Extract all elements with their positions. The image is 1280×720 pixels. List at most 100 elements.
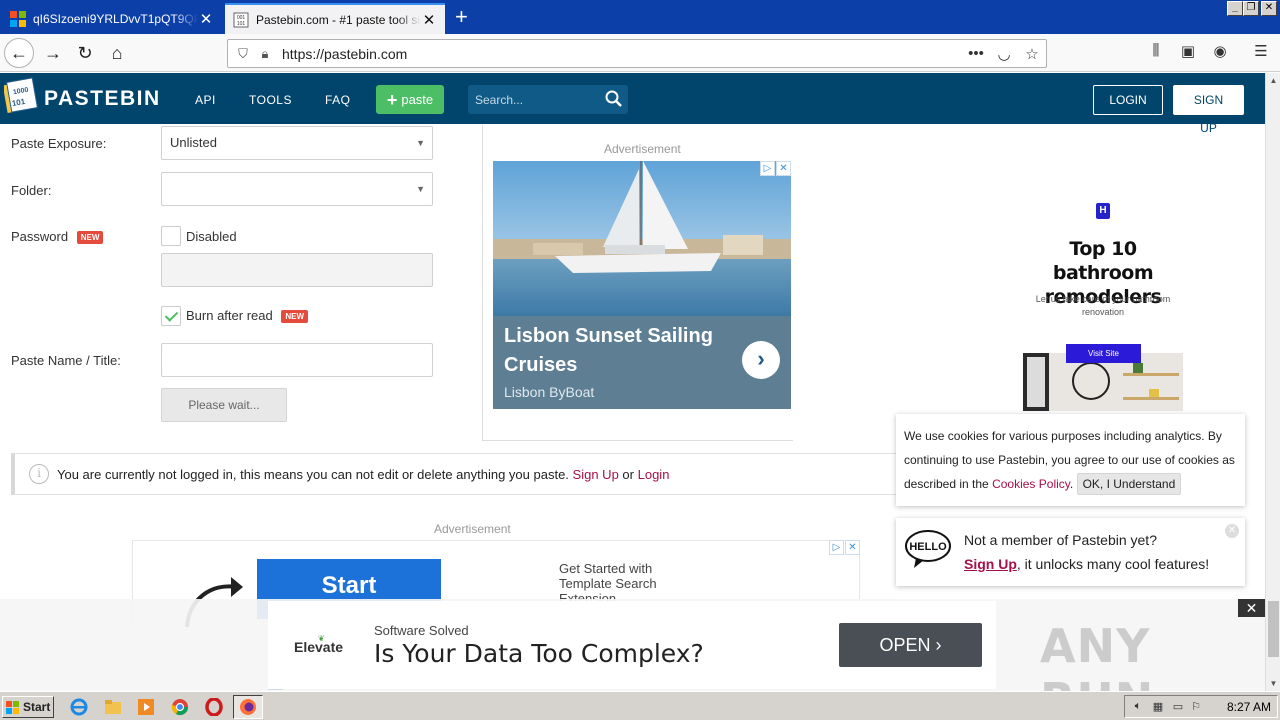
ad-brand-logo: H — [1096, 203, 1110, 219]
restore-icon[interactable]: ❐ — [1243, 1, 1259, 16]
burn-after-read-label: Burn after read NEW — [186, 308, 309, 323]
notice-login-link[interactable]: Login — [638, 467, 670, 482]
elevate-kicker: Software Solved — [374, 623, 469, 638]
chevron-right-icon[interactable]: › — [742, 341, 780, 379]
page-actions-icon[interactable]: ••• — [962, 45, 990, 62]
network-icon[interactable]: ▦ — [1151, 700, 1165, 714]
volume-icon[interactable]: 🔈︎ — [1131, 700, 1145, 714]
nav-api[interactable]: API — [195, 93, 216, 107]
scroll-down-icon[interactable]: ▼ — [1266, 676, 1280, 691]
browser-tab-bar: qI6SIzoeni9YRLDvvT1pQT9QFbhp ✕ 001 101 P… — [0, 0, 1280, 34]
url-text[interactable]: https://pastebin.com — [282, 46, 962, 62]
lisbon-ad[interactable]: Lisbon Sunset Sailing Cruises Lisbon ByB… — [493, 161, 791, 409]
address-bar[interactable]: ⛉ 🔒︎ https://pastebin.com ••• ◡ ☆ — [227, 39, 1047, 68]
shield-icon[interactable]: ⛉ — [232, 46, 254, 62]
flag-icon[interactable]: ⚐ — [1189, 700, 1203, 714]
system-tray: 🔈︎ ▦ ▭ ⚐ 8:27 AM — [1124, 695, 1278, 718]
menu-icon[interactable]: ☰ — [1250, 42, 1272, 64]
burn-after-read-checkbox[interactable] — [161, 306, 181, 326]
cookie-text: We use cookies for various purposes incl… — [904, 429, 1235, 491]
account-icon[interactable]: ◉ — [1209, 42, 1231, 64]
pastebin-favicon-icon: 001 101 — [233, 12, 249, 27]
pastebin-header: 1000 101 PASTEBIN API TOOLS FAQ + paste … — [0, 73, 1265, 135]
login-button[interactable]: LOGIN — [1093, 85, 1163, 115]
lisbon-ad-info: Lisbon Sunset Sailing Cruises Lisbon ByB… — [493, 316, 791, 409]
file-explorer-icon[interactable] — [104, 698, 122, 716]
vertical-scrollbar[interactable]: ▲ ▼ — [1265, 73, 1280, 691]
visit-site-button[interactable]: Visit Site — [1066, 344, 1141, 363]
firefox-task-button[interactable] — [233, 695, 263, 719]
exposure-value: Unlisted — [170, 135, 217, 150]
logo-text[interactable]: PASTEBIN — [44, 87, 161, 111]
pastebin-logo-icon[interactable]: 1000 101 — [4, 77, 38, 115]
nav-tools[interactable]: TOOLS — [249, 93, 292, 107]
elevate-ad[interactable]: ❦ Elevate Software Solved Is Your Data T… — [268, 601, 996, 689]
search-input[interactable] — [468, 85, 598, 114]
password-checkbox[interactable] — [161, 226, 181, 246]
new-paste-button[interactable]: + paste — [376, 85, 444, 114]
window-close-icon[interactable]: ✕ — [1261, 1, 1277, 16]
nav-faq[interactable]: FAQ — [325, 93, 351, 107]
submit-button[interactable]: Please wait... — [161, 388, 287, 422]
chevron-down-icon: ▼ — [416, 184, 425, 194]
forward-icon[interactable]: → — [38, 38, 68, 68]
password-input[interactable] — [161, 253, 433, 287]
cookie-text-block: We use cookies for various purposes incl… — [904, 424, 1239, 496]
adchoices-icon[interactable]: ▷ — [829, 540, 844, 555]
notice-signup-link[interactable]: Sign Up — [573, 467, 619, 482]
close-icon[interactable]: ✕ — [1225, 524, 1239, 538]
adchoices-icon[interactable]: ▷ — [760, 161, 775, 176]
close-tab-icon[interactable]: ✕ — [198, 10, 214, 28]
member-cta: Sign Up, it unlocks many cool features! — [964, 556, 1209, 572]
exposure-select[interactable]: Unlisted ▼ — [161, 126, 433, 160]
cookies-policy-link[interactable]: Cookies Policy — [992, 477, 1070, 491]
firefox-icon — [240, 699, 256, 715]
clock[interactable]: 8:27 AM — [1227, 700, 1271, 714]
reload-icon[interactable]: ↻ — [70, 38, 100, 68]
ad-close-icon[interactable]: ✕ — [845, 540, 860, 555]
tab-inactive[interactable]: qI6SIzoeni9YRLDvvT1pQT9QFbhp ✕ — [2, 3, 222, 34]
sidebar-icon[interactable]: ▣ — [1177, 42, 1199, 64]
sailboat-image — [493, 161, 791, 316]
close-tab-icon[interactable]: ✕ — [421, 11, 437, 29]
title-label: Paste Name / Title: — [11, 353, 121, 368]
windows-icon — [10, 10, 26, 27]
lock-icon[interactable]: 🔒︎ — [254, 46, 276, 62]
cookie-banner: We use cookies for various purposes incl… — [896, 414, 1245, 506]
scroll-thumb[interactable] — [1268, 601, 1279, 657]
pocket-icon[interactable]: ◡ — [990, 45, 1018, 63]
elevate-brand: Elevate — [294, 639, 344, 655]
opera-icon[interactable] — [205, 698, 223, 716]
paste-title-input[interactable] — [161, 343, 433, 377]
chevron-down-icon: ▼ — [416, 138, 425, 148]
bookmark-star-icon[interactable]: ☆ — [1018, 45, 1046, 63]
library-icon[interactable]: ⫼ — [1145, 42, 1167, 64]
sticky-ad-close-icon[interactable]: ✕ — [1238, 599, 1265, 617]
folder-select[interactable]: ▼ — [161, 172, 433, 206]
member-signup-link[interactable]: Sign Up — [964, 556, 1017, 572]
windows-taskbar: Start 🔈︎ ▦ ▭ ⚐ 8:27 AM — [0, 691, 1280, 720]
start-button[interactable]: Start — [2, 696, 54, 718]
internet-explorer-icon[interactable] — [70, 698, 88, 716]
anyrun-watermark: ANY RUN — [1040, 619, 1153, 691]
tab-title: qI6SIzoeni9YRLDvvT1pQT9QFbhp — [33, 11, 198, 26]
display-icon[interactable]: ▭ — [1171, 700, 1185, 714]
tab-active[interactable]: 001 101 Pastebin.com - #1 paste tool sin… — [225, 3, 445, 34]
media-player-icon[interactable] — [137, 698, 155, 716]
new-tab-icon[interactable]: + — [455, 5, 468, 29]
signup-button[interactable]: SIGN UP — [1173, 85, 1244, 135]
search-icon[interactable] — [604, 89, 624, 109]
chrome-icon[interactable] — [171, 698, 189, 716]
back-icon[interactable]: ← — [4, 38, 34, 68]
home-icon[interactable]: ⌂ — [102, 38, 132, 68]
open-button[interactable]: OPEN › — [839, 623, 982, 667]
exposure-label: Paste Exposure: — [11, 136, 107, 151]
minimize-icon[interactable]: _ — [1227, 1, 1243, 16]
bathroom-ad[interactable]: H Top 10 bathroom remodelers Let us take… — [1023, 181, 1183, 411]
scroll-up-icon[interactable]: ▲ — [1266, 73, 1280, 88]
cookie-ok-button[interactable]: OK, I Understand — [1076, 473, 1182, 495]
ad-close-icon[interactable]: ✕ — [776, 161, 791, 176]
member-cta-text: , it unlocks many cool features! — [1016, 556, 1210, 572]
windows-logo-icon — [6, 700, 19, 714]
new-badge: NEW — [76, 231, 104, 244]
